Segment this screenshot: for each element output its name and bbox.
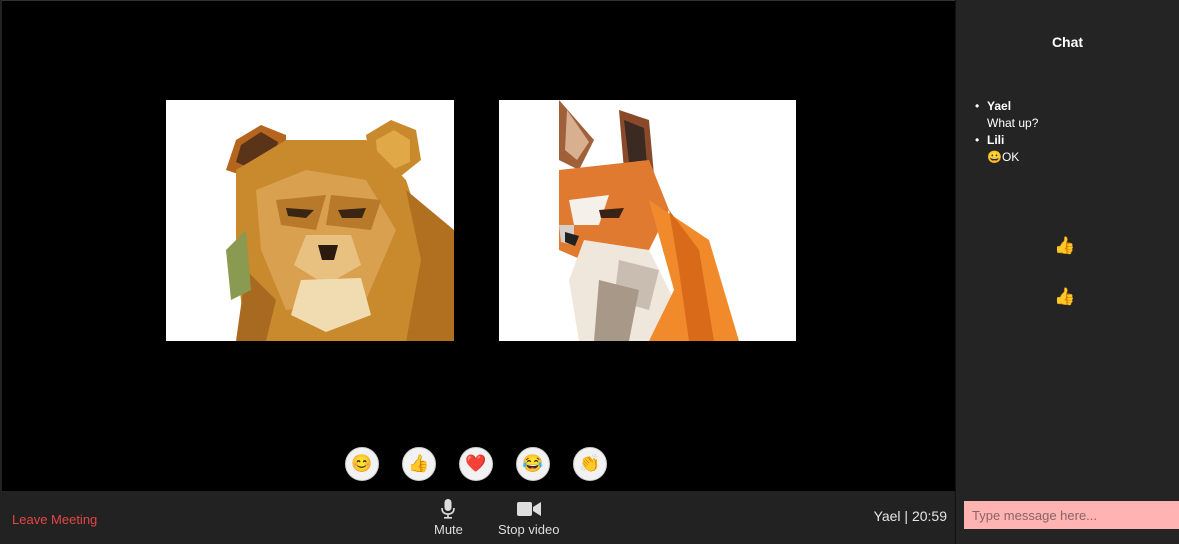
thumbs-up-icon: 👍	[408, 454, 430, 473]
reaction-smile-button[interactable]: 😊	[345, 447, 379, 481]
mute-label: Mute	[434, 522, 463, 537]
chat-message-author: Yael	[987, 99, 1012, 113]
microphone-icon	[441, 499, 456, 519]
floating-thumbs-up-icon: 👍	[1054, 287, 1076, 306]
participant-video-fox	[499, 100, 796, 341]
chat-message-input[interactable]	[964, 501, 1179, 529]
user-and-time: Yael | 20:59	[873, 508, 947, 524]
smile-icon: 😊	[351, 454, 373, 473]
chat-sidebar: Chat Yael What up? Lili 😀OK 👍 👍	[955, 0, 1179, 544]
chat-message: Yael What up?	[975, 98, 1038, 132]
heart-icon: ❤️	[465, 454, 487, 473]
reaction-laugh-button[interactable]: 😂	[516, 447, 550, 481]
meeting-app: 😊 👍 ❤️ 😂 👏 Leave Meeting Mute Stop video…	[0, 0, 1179, 544]
laugh-icon: 😂	[522, 454, 544, 473]
reaction-thumbs-up-button[interactable]: 👍	[402, 447, 436, 481]
reaction-bar: 😊 👍 ❤️ 😂 👏	[345, 447, 607, 481]
reaction-clap-button[interactable]: 👏	[573, 447, 607, 481]
reaction-heart-button[interactable]: ❤️	[459, 447, 493, 481]
chat-message-list: Yael What up? Lili 😀OK	[975, 98, 1038, 166]
video-stage: 😊 👍 ❤️ 😂 👏 Leave Meeting Mute Stop video…	[0, 0, 955, 544]
fox-image	[559, 100, 739, 341]
lion-image	[226, 120, 454, 341]
chat-message-text: 😀OK	[987, 150, 1020, 164]
stop-video-button[interactable]: Stop video	[498, 499, 559, 537]
floating-thumbs-up-icon: 👍	[1054, 236, 1076, 255]
chat-message-text: What up?	[987, 116, 1039, 130]
video-camera-icon	[516, 499, 541, 519]
chat-message-author: Lili	[987, 133, 1005, 147]
clap-icon: 👏	[579, 454, 601, 473]
mute-button[interactable]: Mute	[434, 499, 463, 537]
meeting-control-bar: Leave Meeting Mute Stop video Yael | 20:…	[2, 491, 955, 544]
leave-meeting-button[interactable]: Leave Meeting	[12, 512, 97, 527]
participant-video-lion	[166, 100, 454, 341]
stop-video-label: Stop video	[498, 522, 560, 537]
chat-message: Lili 😀OK	[975, 132, 1038, 166]
chat-title: Chat	[1051, 34, 1084, 50]
